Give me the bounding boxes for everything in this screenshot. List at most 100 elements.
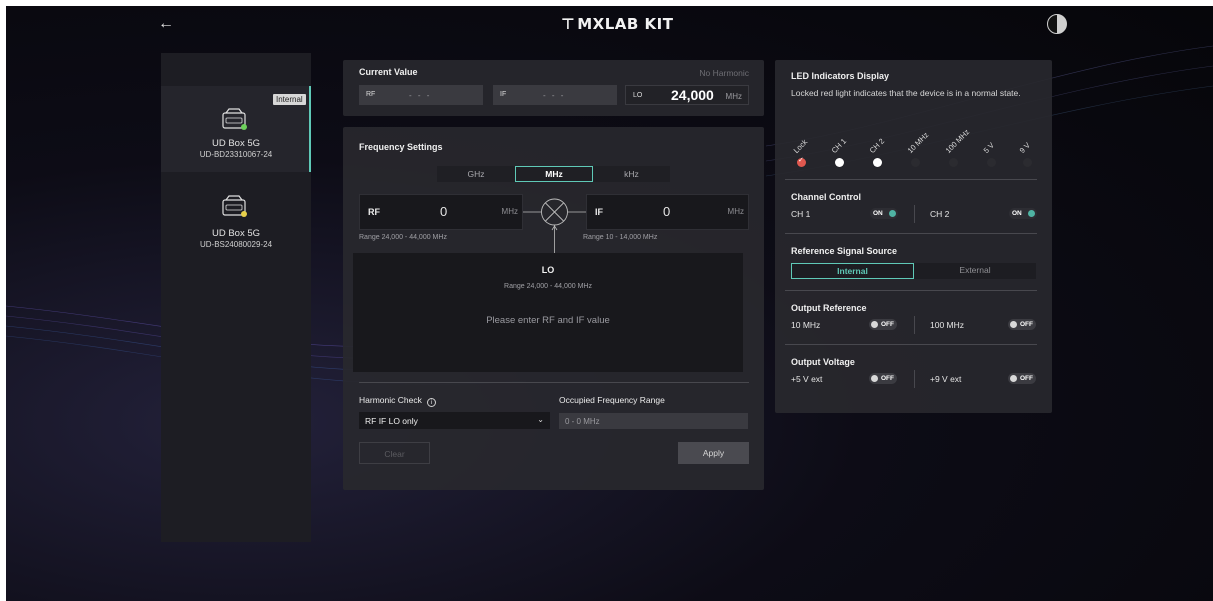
if-input[interactable]: IF 0 MHz xyxy=(586,194,749,230)
mixer-icon xyxy=(523,198,586,253)
led-ch2-icon xyxy=(873,158,882,167)
theme-toggle-icon[interactable] xyxy=(1047,14,1067,34)
chevron-down-icon: ⌄ xyxy=(537,415,544,424)
toggle-knob xyxy=(1010,321,1017,328)
output-ref-100mhz-label: 100 MHz xyxy=(930,320,965,330)
rf-label: RF xyxy=(366,91,376,98)
rf-input-value: 0 xyxy=(440,204,448,219)
unit-ghz-tab[interactable]: GHz xyxy=(437,166,515,182)
led-ch1-icon xyxy=(835,158,844,167)
rf-input-unit: MHz xyxy=(501,207,518,216)
lo-display-message: Please enter RF and IF value xyxy=(486,315,610,326)
lo-value: 24,000 xyxy=(671,87,714,103)
section-divider xyxy=(359,382,749,383)
output-ref-10mhz-label: 10 MHz xyxy=(791,320,821,330)
if-label: IF xyxy=(500,91,507,98)
divider xyxy=(785,344,1037,345)
toggle-knob xyxy=(1010,375,1017,382)
occupied-range-label: Occupied Frequency Range xyxy=(559,395,665,405)
led-lock-icon: ✓ xyxy=(797,157,806,167)
toggle-state: OFF xyxy=(881,321,894,328)
divider xyxy=(914,316,915,334)
harmonic-check-label: Harmonic Check i xyxy=(359,395,437,407)
output-voltage-9v-toggle[interactable]: OFF xyxy=(1008,373,1036,384)
unit-khz-tab[interactable]: kHz xyxy=(593,166,670,182)
current-rf-field: RF - - - xyxy=(359,85,483,105)
divider xyxy=(914,370,915,388)
harmonic-check-select[interactable]: RF IF LO only ⌄ xyxy=(359,412,550,429)
divider xyxy=(785,290,1037,291)
device-name: UD Box 5G xyxy=(211,228,261,239)
harmonic-check-value: RF IF LO only xyxy=(365,416,418,426)
led-100mhz-icon xyxy=(949,158,958,167)
logo-mark-icon: ⊤ xyxy=(561,15,576,33)
toggle-knob xyxy=(889,210,896,217)
lo-label: LO xyxy=(633,92,643,99)
harmonic-check-text: Harmonic Check xyxy=(359,395,422,405)
if-value: - - - xyxy=(543,91,566,100)
current-value-panel: Current Value No Harmonic RF - - - IF - … xyxy=(343,60,764,116)
led-10mhz-icon xyxy=(911,158,920,167)
led-9v-icon xyxy=(1023,158,1032,167)
device-card-2[interactable]: UD Box 5G UD-BS24080029-24 xyxy=(161,175,311,261)
ch2-label: CH 2 xyxy=(930,209,950,219)
harmonic-status: No Harmonic xyxy=(699,68,749,78)
reference-external-option[interactable]: External xyxy=(914,263,1036,279)
if-input-value: 0 xyxy=(663,204,671,219)
toggle-state: OFF xyxy=(881,375,894,382)
if-input-unit: MHz xyxy=(727,207,744,216)
lo-unit: MHz xyxy=(725,92,742,101)
led-description: Locked red light indicates that the devi… xyxy=(791,88,1021,98)
if-input-label: IF xyxy=(595,207,603,217)
lo-display-label: LO xyxy=(541,265,555,275)
back-arrow-icon[interactable]: ← xyxy=(156,14,176,34)
current-if-field: IF - - - xyxy=(493,85,617,105)
toggle-knob xyxy=(1028,210,1035,217)
output-voltage-title: Output Voltage xyxy=(791,357,855,367)
device-box-icon xyxy=(222,195,247,217)
lo-display: LO Range 24,000 - 44,000 MHz Please ente… xyxy=(353,253,743,372)
reference-internal-option[interactable]: Internal xyxy=(791,263,914,279)
device-serial: UD-BD23310067-24 xyxy=(199,150,273,159)
clear-button[interactable]: Clear xyxy=(359,442,430,464)
device-sidebar: Internal UD Box 5G UD-BD23310067-24 UD B… xyxy=(161,53,311,542)
ch2-toggle[interactable]: ON xyxy=(1009,208,1037,219)
current-lo-field: LO 24,000 MHz xyxy=(625,85,749,105)
lo-display-range: Range 24,000 - 44,000 MHz xyxy=(504,283,592,290)
apply-button[interactable]: Apply xyxy=(678,442,749,464)
device-card-1[interactable]: Internal UD Box 5G UD-BD23310067-24 xyxy=(161,86,311,172)
output-ref-10mhz-toggle[interactable]: OFF xyxy=(869,319,897,330)
channel-control-title: Channel Control xyxy=(791,192,861,202)
ch2-toggle-state: ON xyxy=(1012,210,1022,217)
toggle-knob xyxy=(871,375,878,382)
device-serial: UD-BS24080029-24 xyxy=(199,240,273,249)
occupied-range-field: 0 - 0 MHz xyxy=(559,413,748,429)
led-5v-icon xyxy=(987,158,996,167)
output-voltage-5v-toggle[interactable]: OFF xyxy=(869,373,897,384)
unit-mhz-tab[interactable]: MHz xyxy=(515,166,593,182)
reference-source-title: Reference Signal Source xyxy=(791,246,898,256)
app-title: MXLAB KIT xyxy=(577,15,674,33)
device-name: UD Box 5G xyxy=(211,138,261,149)
app-brand: ⊤ MXLAB KIT xyxy=(561,15,673,33)
output-reference-title: Output Reference xyxy=(791,303,867,313)
info-icon[interactable]: i xyxy=(427,398,437,407)
ch1-toggle-state: ON xyxy=(873,210,883,217)
divider xyxy=(785,179,1037,180)
ch1-label: CH 1 xyxy=(791,209,811,219)
output-voltage-9v-label: +9 V ext xyxy=(930,374,962,384)
toggle-state: OFF xyxy=(1020,321,1033,328)
rf-input[interactable]: RF 0 MHz xyxy=(359,194,523,230)
internal-tag: Internal xyxy=(273,94,306,105)
toggle-knob xyxy=(871,321,878,328)
output-ref-100mhz-toggle[interactable]: OFF xyxy=(1008,319,1036,330)
top-bar: ← ⊤ MXLAB KIT xyxy=(6,6,1213,46)
divider xyxy=(914,205,915,223)
output-voltage-5v-label: +5 V ext xyxy=(791,374,823,384)
toggle-state: OFF xyxy=(1020,375,1033,382)
device-box-icon xyxy=(222,108,247,130)
rf-value: - - - xyxy=(409,91,432,100)
if-range: Range 10 - 14,000 MHz xyxy=(583,234,658,241)
ch1-toggle[interactable]: ON xyxy=(870,208,898,219)
current-value-title: Current Value xyxy=(359,67,418,77)
